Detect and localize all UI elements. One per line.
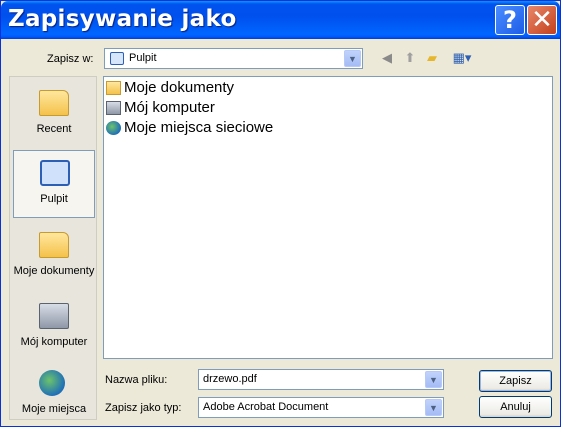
chevron-down-icon[interactable]: ▼ xyxy=(425,371,442,388)
save-as-dialog: Zapisywanie jako ? ✕ Zapisz w: Pulpit ▼ … xyxy=(0,0,561,427)
up-folder-icon[interactable]: ⬆ xyxy=(402,50,418,66)
recent-folder-icon xyxy=(39,90,69,116)
file-list[interactable]: Moje dokumenty Mój komputer Moje miejsca… xyxy=(103,76,553,359)
place-my-documents[interactable]: Moje dokumenty xyxy=(13,223,95,291)
network-icon xyxy=(106,121,121,135)
lookin-dropdown[interactable]: Pulpit ▼ xyxy=(104,48,363,69)
computer-icon xyxy=(106,101,121,115)
places-bar: Recent Pulpit Moje dokumenty Mój kompute… xyxy=(9,76,97,420)
close-button[interactable]: ✕ xyxy=(527,5,557,35)
place-recent[interactable]: Recent xyxy=(13,81,95,149)
desktop-icon xyxy=(40,160,70,186)
desktop-icon xyxy=(110,52,124,65)
views-menu-icon[interactable]: ▦▾ xyxy=(449,50,475,66)
my-documents-icon xyxy=(39,232,69,258)
place-desktop[interactable]: Pulpit xyxy=(13,150,95,218)
place-label: Pulpit xyxy=(40,193,68,205)
window-title: Zapisywanie jako xyxy=(8,6,237,32)
place-my-computer[interactable]: Mój komputer xyxy=(13,294,95,362)
folder-icon xyxy=(106,81,121,95)
place-label: Mój komputer xyxy=(20,336,88,348)
filetype-value: Adobe Acrobat Document xyxy=(203,401,329,413)
save-button[interactable]: Zapisz xyxy=(479,370,552,392)
place-label: Moje dokumenty xyxy=(13,265,95,277)
new-folder-icon[interactable]: ▰ xyxy=(424,50,440,66)
help-button[interactable]: ? xyxy=(495,5,525,35)
filetype-dropdown[interactable]: Adobe Acrobat Document ▼ xyxy=(198,397,444,418)
lookin-label: Zapisz w: xyxy=(47,53,94,65)
filetype-label: Zapisz jako typ: xyxy=(105,402,182,414)
chevron-down-icon[interactable]: ▼ xyxy=(344,50,361,67)
file-name: Moje miejsca sieciowe xyxy=(124,119,274,136)
place-network[interactable]: Moje miejsca xyxy=(13,361,95,427)
file-name: Moje dokumenty xyxy=(124,79,235,96)
my-computer-icon xyxy=(39,303,69,329)
filename-field[interactable]: drzewo.pdf ▼ xyxy=(198,369,444,390)
lookin-value: Pulpit xyxy=(129,52,157,64)
place-label: Recent xyxy=(36,123,72,135)
chevron-down-icon[interactable]: ▼ xyxy=(425,399,442,416)
file-name: Mój komputer xyxy=(124,99,215,116)
title-bar[interactable]: Zapisywanie jako ? ✕ xyxy=(1,1,560,39)
filename-value[interactable]: drzewo.pdf xyxy=(203,373,257,385)
back-icon[interactable]: ◀ xyxy=(379,50,395,66)
filename-label: Nazwa pliku: xyxy=(105,374,168,386)
cancel-button[interactable]: Anuluj xyxy=(479,396,552,418)
network-places-icon xyxy=(39,370,65,396)
place-label: Moje miejsca xyxy=(21,403,87,415)
